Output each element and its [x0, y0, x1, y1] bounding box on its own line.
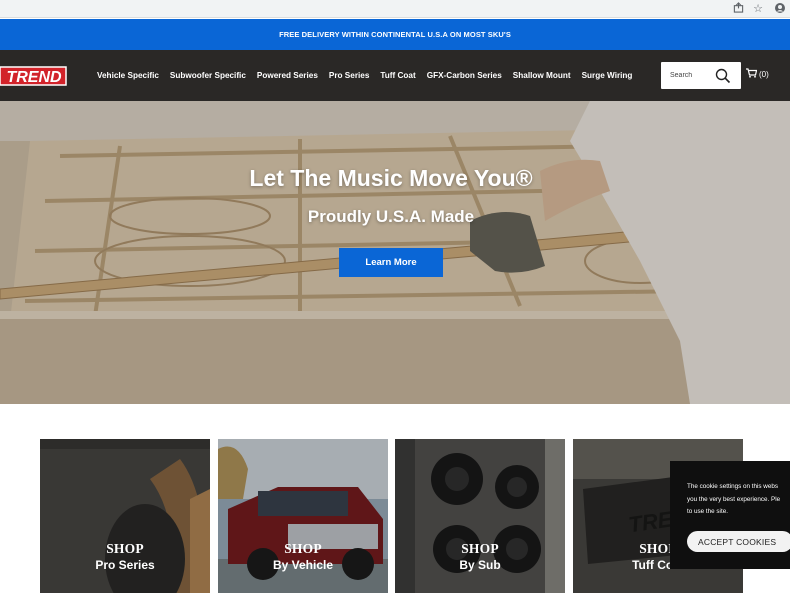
nav-powered-series[interactable]: Powered Series — [257, 71, 318, 80]
search-box — [661, 62, 741, 89]
main-header: TREND Vehicle Specific Subwoofer Specifi… — [0, 50, 790, 101]
cookie-message: The cookie settings on this webs you the… — [687, 481, 790, 519]
shop-cards: SHOP Pro Series SHOP By Vehicle SHOP By … — [40, 439, 744, 593]
star-icon[interactable]: ☆ — [751, 2, 765, 16]
cart-count: (0) — [759, 69, 769, 79]
card-shop-label: SHOP — [106, 541, 144, 556]
cookie-consent-popup: The cookie settings on this webs you the… — [670, 461, 790, 569]
nav-pro-series[interactable]: Pro Series — [329, 71, 370, 80]
nav-gfx-carbon-series[interactable]: GFX-Carbon Series — [427, 71, 502, 80]
hero-banner: Let The Music Move You® Proudly U.S.A. M… — [0, 101, 790, 404]
logo-text: TREND — [6, 69, 62, 86]
search-input[interactable] — [670, 70, 714, 81]
card-category-label: By Sub — [459, 558, 501, 572]
accept-cookies-button[interactable]: ACCEPT COOKIES — [687, 531, 790, 552]
cookie-line-3: to use the site. — [687, 508, 728, 515]
nav-tuff-coat[interactable]: Tuff Coat — [380, 71, 415, 80]
card-shop-label: SHOP — [284, 541, 322, 556]
trend-logo[interactable]: TREND — [0, 63, 68, 89]
profile-icon[interactable] — [773, 2, 787, 16]
browser-toolbar: ☆ — [0, 0, 790, 18]
cookie-line-1: The cookie settings on this webs — [687, 483, 779, 490]
hero-subtitle: Proudly U.S.A. Made — [307, 207, 475, 226]
cookie-line-2: you the very best experience. Ple — [687, 495, 781, 503]
card-category-label: By Vehicle — [272, 558, 334, 572]
learn-more-button[interactable]: Learn More — [339, 248, 443, 277]
shop-card-by-sub[interactable]: SHOP By Sub — [395, 439, 565, 593]
card-category-label: Pro Series — [95, 558, 155, 572]
hero-title: Let The Music Move You® — [249, 165, 533, 191]
nav-subwoofer-specific[interactable]: Subwoofer Specific — [170, 71, 246, 80]
promo-text: FREE DELIVERY WITHIN CONTINENTAL U.S.A O… — [279, 30, 511, 39]
shop-card-by-vehicle[interactable]: SHOP By Vehicle — [218, 439, 388, 593]
cart-button[interactable]: (0) — [746, 68, 769, 80]
nav-shallow-mount[interactable]: Shallow Mount — [513, 71, 571, 80]
card-shop-label: SHOP — [461, 541, 499, 556]
cart-icon — [746, 68, 758, 80]
nav-vehicle-specific[interactable]: Vehicle Specific — [97, 71, 159, 80]
share-icon[interactable] — [731, 2, 745, 16]
nav-surge-wiring[interactable]: Surge Wiring — [582, 71, 633, 80]
primary-nav: Vehicle Specific Subwoofer Specific Powe… — [97, 50, 632, 101]
shop-card-pro-series[interactable]: SHOP Pro Series — [40, 439, 210, 593]
search-icon[interactable] — [715, 68, 731, 84]
promo-banner: FREE DELIVERY WITHIN CONTINENTAL U.S.A O… — [0, 19, 790, 50]
